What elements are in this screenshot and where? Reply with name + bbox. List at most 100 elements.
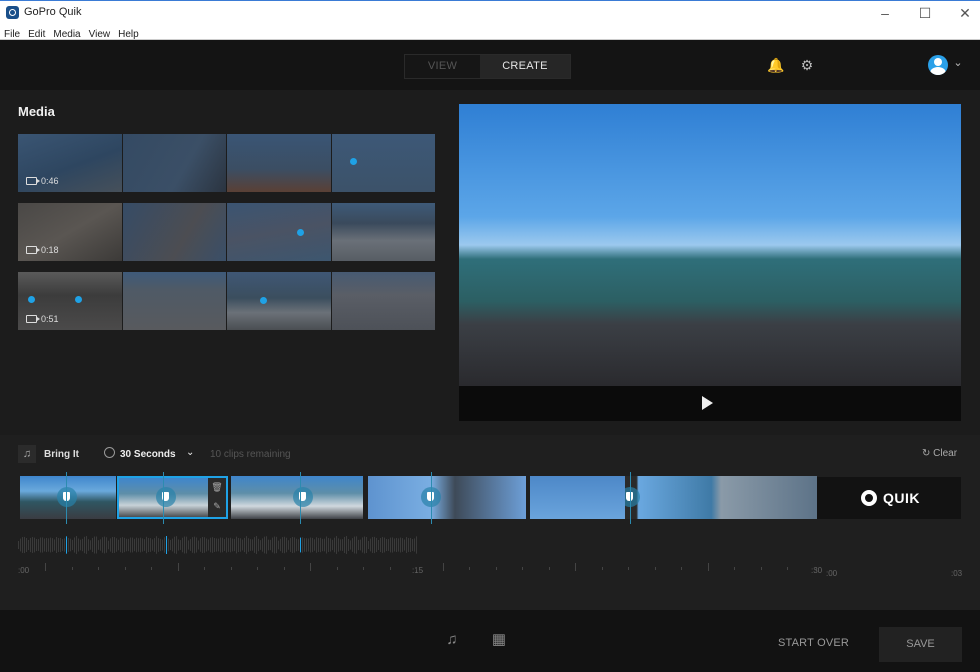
tab-create[interactable]: CREATE [480,55,570,78]
waveform-bar [232,538,233,552]
media-thumbnail[interactable] [331,272,435,330]
waveform-bar [270,539,271,551]
waveform-bar [138,538,139,552]
waveform-bar [148,538,149,552]
waveform-bar [392,537,393,553]
timeline-clip-selected[interactable]: 🗑 ✎ [117,476,228,519]
waveform-bar [294,537,295,553]
waveform-bar [36,538,37,552]
media-thumbnail[interactable] [122,272,226,330]
song-title[interactable]: Bring It [44,449,79,460]
waveform-bar [80,539,81,551]
waveform-bar [188,540,189,550]
highlight-marker[interactable] [260,297,267,304]
highlight-marker[interactable] [297,229,304,236]
menu-file[interactable]: File [0,27,24,40]
minimize-button[interactable]: – [870,3,900,23]
bell-icon[interactable]: 🔔 [766,55,786,75]
media-item[interactable]: 0:51 [18,272,435,330]
media-thumbnail[interactable] [122,203,226,261]
ruler-tick [495,567,497,570]
gear-icon[interactable]: ⚙ [797,55,817,75]
duration-select[interactable]: 30 Seconds [120,449,176,460]
media-thumbnail[interactable]: 0:18 [18,203,122,261]
play-icon[interactable] [702,396,713,410]
waveform-bar [408,538,409,552]
ruler-tick [469,567,470,570]
waveform-bar [384,537,385,553]
timeline-clip[interactable] [530,476,625,519]
waveform-bar [404,539,405,551]
media-item[interactable]: 0:18 [18,203,435,261]
menu-help[interactable]: Help [114,27,143,40]
waveform-bar [410,537,411,553]
waveform-bar [376,537,377,553]
ruler-label: :00 [18,566,30,575]
media-thumbnail[interactable] [227,203,331,261]
music-icon[interactable]: ♫ [442,630,462,650]
media-thumbnail[interactable] [227,272,331,330]
maximize-button[interactable]: ☐ [910,3,940,23]
highlight-badge-icon[interactable] [57,487,77,507]
highlight-marker[interactable] [349,158,357,165]
timeline-clip[interactable] [231,476,363,519]
waveform-bar [140,537,141,553]
waveform-bar [308,538,309,552]
media-thumbnail[interactable] [122,134,226,192]
timeline-clip[interactable] [625,476,817,519]
waveform-bar [132,537,133,553]
quik-outro-card[interactable]: QUIK [817,477,961,519]
waveform-bar [88,539,89,551]
trash-icon[interactable]: 🗑 [208,478,226,497]
timeline-clip[interactable] [368,476,526,519]
media-item[interactable]: 0:46 [18,134,435,192]
waveform-bar [172,538,173,552]
quik-logo-icon [861,490,877,506]
waveform-bar [372,537,373,553]
video-preview[interactable] [459,104,961,421]
timeline-clip[interactable] [20,476,116,519]
start-over-button[interactable]: START OVER [778,637,849,649]
waveform-bar [98,540,99,550]
waveform-bar [178,539,179,551]
menu-media[interactable]: Media [49,27,84,40]
waveform-bar [214,538,215,552]
waveform-bar [34,537,35,553]
tab-view[interactable]: VIEW [405,55,480,78]
video-camera-icon [26,315,40,323]
waveform-bar [354,536,355,554]
media-thumbnail[interactable] [227,134,331,192]
highlight-marker[interactable] [28,296,35,303]
waveform-bar [42,537,43,553]
menu-edit[interactable]: Edit [24,27,49,40]
close-button[interactable]: ✕ [950,3,980,23]
menu-view[interactable]: View [85,27,115,40]
waveform-bar [46,537,47,553]
refresh-icon: ↻ [922,448,931,459]
chevron-down-icon[interactable]: ⌄ [186,447,194,458]
waveform-bar [82,538,83,552]
pencil-icon[interactable]: ✎ [208,497,226,516]
film-grid-icon[interactable]: ▦ [489,630,509,650]
music-icon[interactable]: ♫ [18,445,36,463]
waveform-bar [282,537,283,553]
chevron-down-icon[interactable]: ⌄ [948,53,968,73]
clear-button[interactable]: ↻ Clear [922,448,957,459]
waveform-bar [20,538,21,552]
waveform-bar [194,536,195,554]
highlight-badge-icon[interactable] [156,487,176,507]
clock-icon [104,447,115,458]
media-thumbnail[interactable] [331,203,435,261]
waveform-bar [94,536,95,554]
highlight-marker[interactable] [75,296,82,303]
waveform-bar [288,540,289,550]
media-thumbnail[interactable] [331,134,435,192]
media-thumbnail[interactable]: 0:51 [18,272,122,330]
highlight-badge-icon[interactable] [293,487,313,507]
audio-waveform[interactable] [18,535,418,555]
save-button[interactable]: SAVE [879,627,962,662]
waveform-bar [322,538,323,552]
media-thumbnail[interactable]: 0:46 [18,134,122,192]
avatar[interactable] [928,55,948,75]
highlight-badge-icon[interactable] [625,487,640,507]
